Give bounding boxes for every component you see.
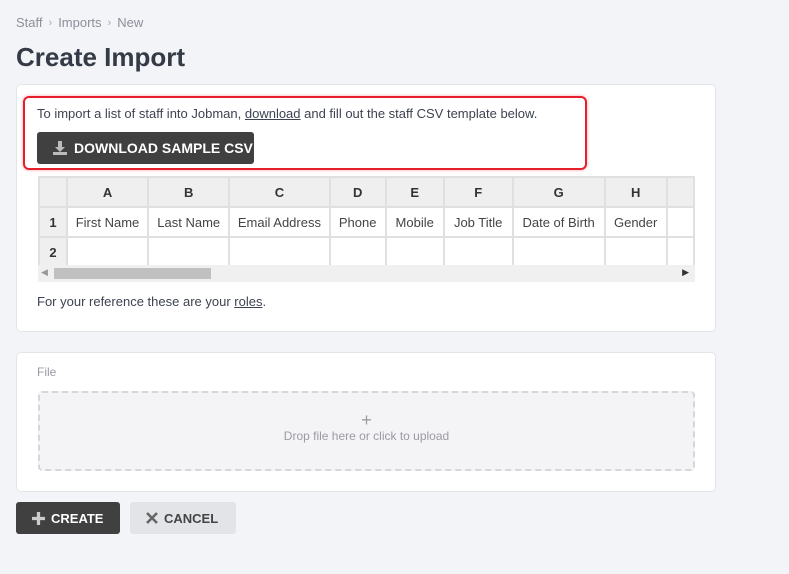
csv-template-spreadsheet: ABCDEFGH 1 First Name Last Name Email Addr… xyxy=(38,176,695,282)
plus-icon: + xyxy=(361,410,372,430)
column-header: G xyxy=(511,176,606,208)
horizontal-scrollbar[interactable]: ◀ ▶ xyxy=(38,265,695,282)
cell: First Name xyxy=(65,206,150,238)
page-title: Create Import xyxy=(16,42,186,72)
plus-icon xyxy=(32,511,45,525)
download-sample-csv-button[interactable]: DOWNLOAD SAMPLE CSV xyxy=(37,132,254,164)
chevron-right-icon: › xyxy=(107,16,112,29)
file-label: File xyxy=(37,365,57,379)
cell: Email Address xyxy=(228,206,331,238)
column-header: H xyxy=(603,176,668,208)
reference-before: For your reference these are your xyxy=(37,294,235,309)
cell: Mobile xyxy=(384,206,445,238)
file-dropzone[interactable]: + Drop file here or click to upload xyxy=(38,391,695,471)
download-icon xyxy=(53,141,67,155)
reference-after: . xyxy=(262,294,267,309)
cell xyxy=(328,236,387,268)
table-row: 2 xyxy=(38,236,695,268)
download-link[interactable]: download xyxy=(245,106,301,121)
cell: Gender xyxy=(603,206,668,238)
reference-text: For your reference these are your roles. xyxy=(37,294,266,309)
breadcrumb-staff[interactable]: Staff xyxy=(16,15,43,30)
breadcrumb-imports[interactable]: Imports xyxy=(58,15,101,30)
column-header: B xyxy=(147,176,231,208)
breadcrumb: Staff › Imports › New xyxy=(16,15,143,30)
cell xyxy=(65,236,150,268)
roles-link[interactable]: roles xyxy=(234,294,262,309)
dropzone-text: Drop file here or click to upload xyxy=(283,429,450,443)
intro-before: To import a list of staff into Jobman, xyxy=(37,106,245,121)
intro-text: To import a list of staff into Jobman, d… xyxy=(37,106,537,121)
table-row: 1 First Name Last Name Email Address Phone M… xyxy=(38,206,695,238)
cell: Last Name xyxy=(147,206,231,238)
cell xyxy=(442,236,514,268)
cell: Job Title xyxy=(442,206,514,238)
breadcrumb-new: New xyxy=(117,15,144,30)
cell xyxy=(384,236,445,268)
scrollbar-thumb[interactable] xyxy=(54,268,211,279)
download-label: DOWNLOAD SAMPLE CSV xyxy=(74,140,253,156)
cell xyxy=(665,236,695,268)
corner-cell xyxy=(38,176,68,208)
cell xyxy=(228,236,331,268)
column-header: F xyxy=(442,176,514,208)
cell xyxy=(511,236,606,268)
cancel-label: CANCEL xyxy=(164,510,219,526)
cell xyxy=(665,206,695,238)
cell xyxy=(147,236,231,268)
column-header-row: ABCDEFGH xyxy=(38,176,695,208)
scroll-left-icon[interactable]: ◀ xyxy=(41,267,48,278)
column-header xyxy=(665,176,695,208)
cell: Date of Birth xyxy=(511,206,606,238)
row-number: 2 xyxy=(38,236,68,268)
column-header: E xyxy=(384,176,445,208)
column-header: C xyxy=(228,176,331,208)
cell: Phone xyxy=(328,206,387,238)
column-header: A xyxy=(65,176,150,208)
close-icon xyxy=(146,512,158,524)
cell xyxy=(603,236,668,268)
create-label: CREATE xyxy=(51,510,104,526)
chevron-right-icon: › xyxy=(48,16,53,29)
intro-after: and fill out the staff CSV template belo… xyxy=(300,106,538,121)
row-number: 1 xyxy=(38,206,68,238)
cancel-button[interactable]: CANCEL xyxy=(130,502,236,534)
column-header: D xyxy=(328,176,387,208)
scroll-right-icon[interactable]: ▶ xyxy=(682,267,689,278)
create-button[interactable]: CREATE xyxy=(16,502,120,534)
